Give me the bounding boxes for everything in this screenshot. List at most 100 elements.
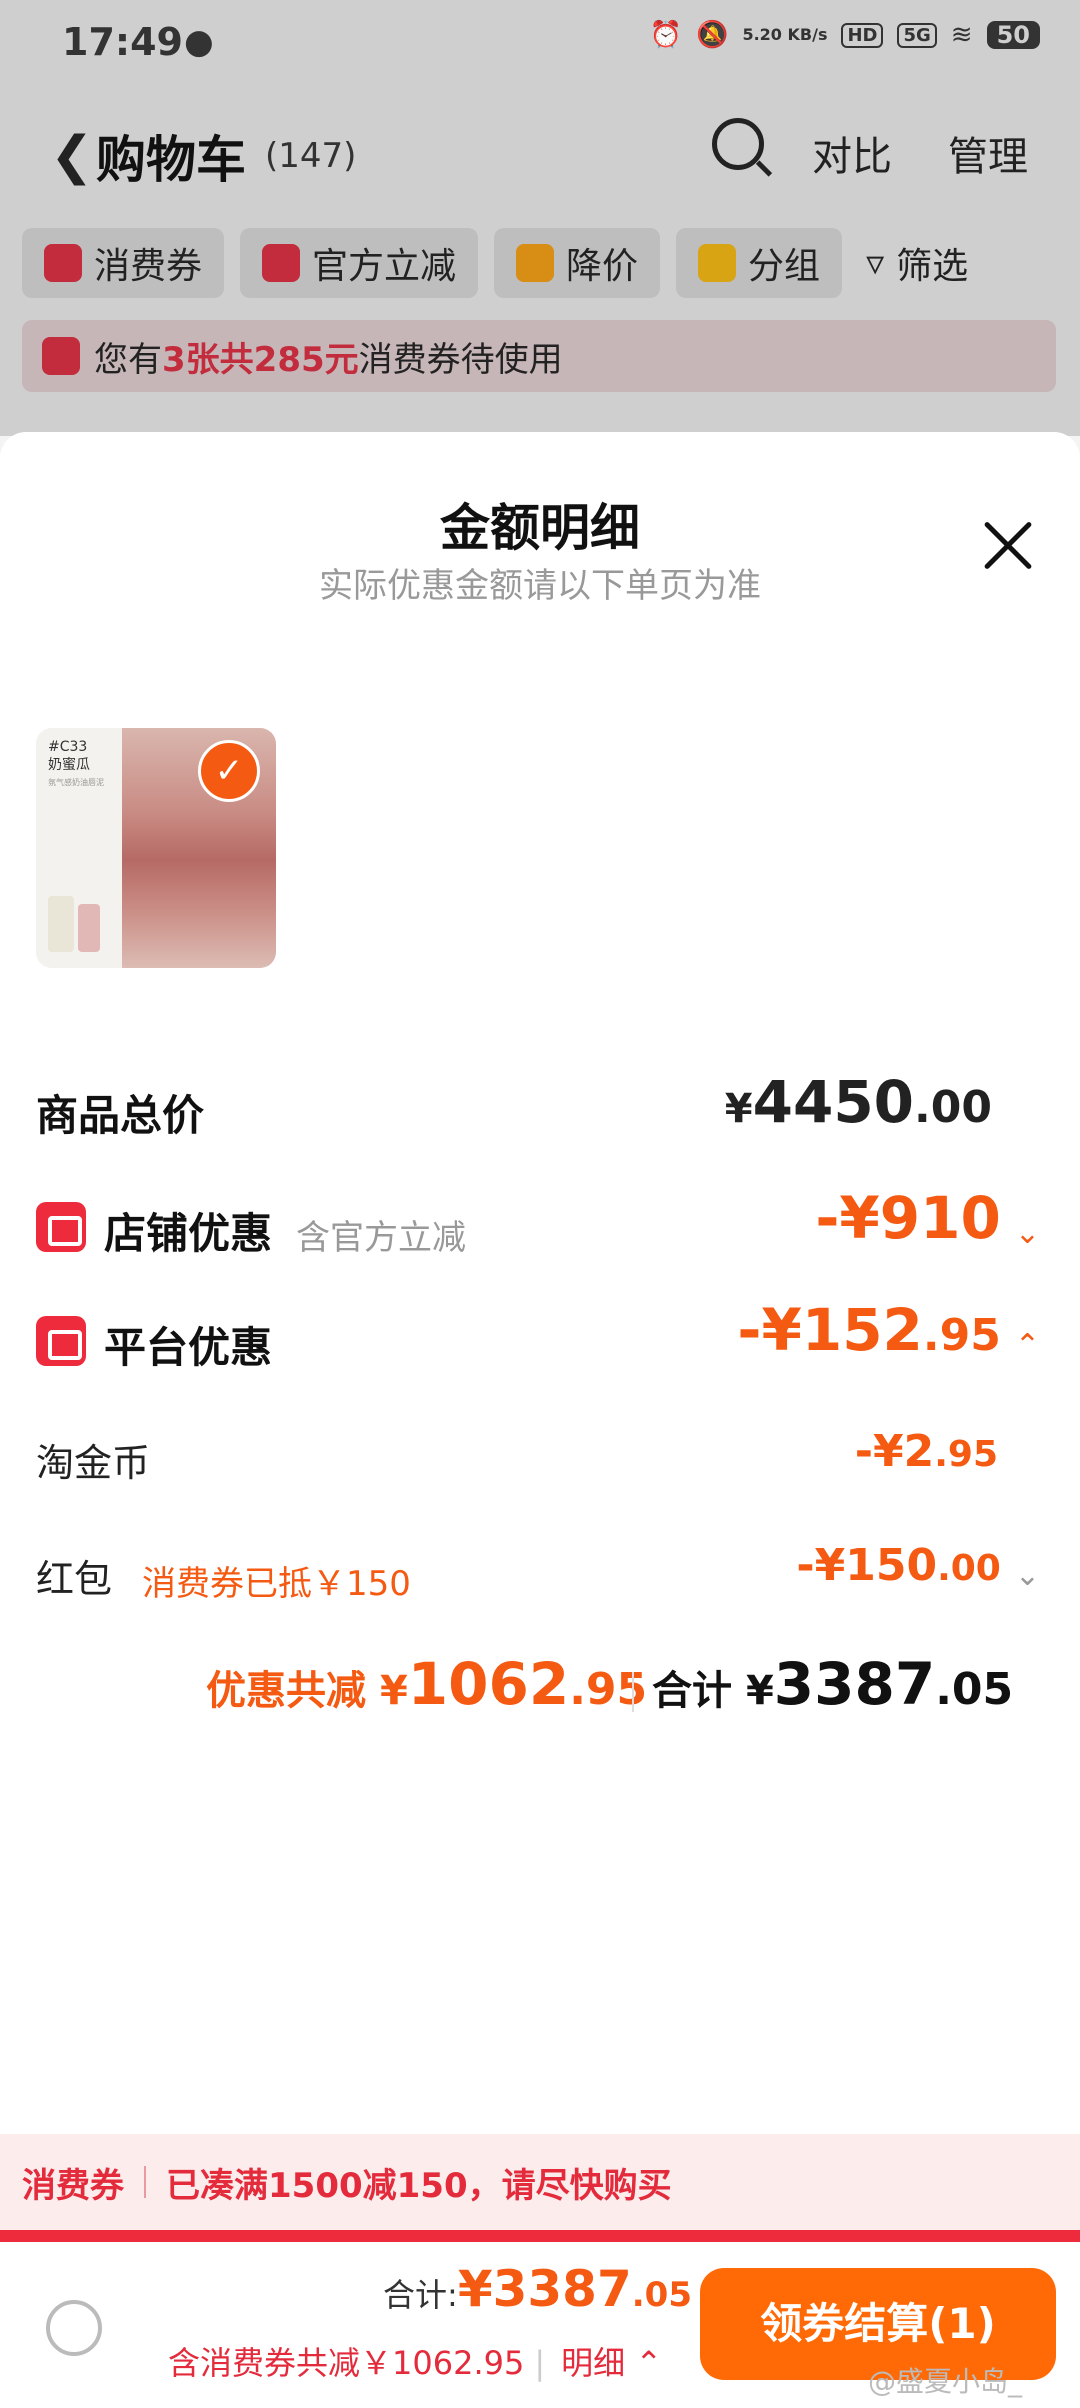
wechat-icon: ●	[184, 22, 214, 62]
total-summary: 合计 ¥3387.05	[652, 1650, 1013, 1718]
gold-coin-value: -¥2.95	[855, 1426, 998, 1477]
chevron-up-icon: ⌃	[1014, 1328, 1040, 1363]
shop-discount-note: 含官方立减	[296, 1218, 466, 1258]
shop-discount-value[interactable]: -¥910 ⌄	[815, 1184, 1040, 1252]
price-dec: .00	[914, 1082, 992, 1133]
chip-label: 筛选	[896, 246, 969, 287]
platform-discount-value[interactable]: -¥152.95 ⌃	[737, 1296, 1040, 1364]
red-packet-dec: .00	[937, 1548, 1001, 1589]
divider: |	[534, 2344, 546, 2382]
gold-coin-label: 淘金币	[36, 1441, 151, 1485]
footer-total-dec: .05	[631, 2275, 692, 2315]
alarm-icon: ⏰	[649, 20, 683, 50]
net-speed: 5.20 KB/s	[742, 25, 828, 44]
checkmark-icon[interactable]: ✓	[198, 740, 260, 802]
currency-symbol: ¥	[745, 1668, 774, 1714]
discount-int: 1062	[407, 1650, 570, 1718]
lightning-icon	[262, 244, 301, 282]
compare-button[interactable]: 对比	[812, 124, 892, 182]
product-name: 奶蜜瓜	[48, 757, 90, 773]
total-price-label: 商品总价	[36, 1091, 205, 1140]
search-icon[interactable]	[712, 118, 764, 170]
discount-summary: 优惠共减 ¥1062.95	[206, 1650, 647, 1718]
chevron-up-icon: ⌃	[625, 2344, 663, 2382]
footer-total-label: 合计:	[383, 2276, 458, 2314]
notice-suffix: 消费券待使用	[358, 339, 563, 380]
red-packet-int: -¥150	[796, 1540, 938, 1591]
chip-label: 消费券	[94, 246, 203, 287]
footer-discount-line[interactable]: 含消费券共减￥1062.95 | 明细 ⌃	[168, 2338, 662, 2384]
promo-tag: 消费券	[22, 2165, 124, 2206]
red-packet-note: 消费券已抵￥150	[142, 1564, 411, 1604]
chip-label: 官方立减	[312, 246, 457, 287]
chevron-down-icon: ⌄	[1014, 1558, 1040, 1593]
manage-button[interactable]: 管理	[948, 124, 1028, 182]
divider	[144, 2166, 146, 2198]
product-code: #C33	[48, 739, 88, 755]
filter-icon: ▿	[866, 242, 885, 284]
total-price-value: ¥4450.00	[725, 1068, 992, 1136]
hd-badge: HD	[841, 22, 884, 48]
mute-icon: 🔕	[696, 20, 729, 50]
total-label: 合计	[652, 1668, 732, 1714]
page-title: 购物车	[96, 131, 246, 189]
chip-group[interactable]: 分组	[676, 228, 843, 298]
notice-highlight: 3张共285元	[162, 339, 359, 380]
platform-discount-dec: .95	[922, 1310, 1001, 1361]
footer-total-int: ¥3387	[457, 2260, 632, 2318]
currency-symbol: ¥	[724, 1086, 753, 1132]
status-icons: ⏰ 🔕 5.20 KB/s HD 5G ≋ 50	[650, 20, 1040, 50]
back-icon[interactable]: ❮	[50, 126, 94, 186]
chip-official-discount[interactable]: 官方立减	[240, 228, 479, 298]
coupon-notice[interactable]: 您有 3张共285元 消费券待使用	[22, 320, 1056, 392]
close-icon[interactable]	[980, 518, 1036, 574]
divider	[632, 1672, 634, 1712]
select-all-radio[interactable]	[46, 2300, 102, 2356]
chip-label: 分组	[748, 246, 821, 287]
discount-dec: .95	[569, 1664, 648, 1715]
accent-line	[0, 2230, 1080, 2242]
filter-chips: 消费券 官方立减 降价 分组 ▿ 筛选	[22, 228, 976, 298]
total-int: 3387	[773, 1650, 936, 1718]
notice-prefix: 您有	[94, 339, 162, 380]
product-tube-image	[78, 904, 100, 952]
cart-header: ❮ 购物车 (147) 对比 管理 消费券 官方立减 降价 分组 ▿ 筛选 您有…	[0, 86, 1080, 436]
amount-detail-sheet: 金额明细 实际优惠金额请以下单页为准 #C33 奶蜜瓜 氛气感奶油唇泥 ✓ 商品…	[0, 432, 1080, 2408]
footer-discount-text: 含消费券共减￥1062.95	[168, 2344, 525, 2382]
platform-icon	[36, 1316, 86, 1366]
coupon-promo-bar[interactable]: 消费券 已凑满1500减150，请尽快购买	[0, 2134, 1080, 2230]
arrow-down-icon	[516, 244, 555, 282]
chip-label: 降价	[566, 246, 639, 287]
chevron-down-icon: ⌄	[1014, 1216, 1040, 1251]
status-time: 17:49	[62, 20, 183, 64]
detail-toggle[interactable]: 明细	[561, 2344, 625, 2382]
promo-text: 已凑满1500减150，请尽快购买	[166, 2165, 672, 2206]
platform-discount-label: 平台优惠	[104, 1323, 273, 1372]
status-bar: 17:49 ● ⏰ 🔕 5.20 KB/s HD 5G ≋ 50	[0, 0, 1080, 86]
battery-icon: 50	[986, 21, 1040, 49]
summary-line: 优惠共减 ¥1062.95 合计 ¥3387.05	[0, 1650, 1080, 1730]
footer-total: 合计:¥3387.05	[383, 2260, 692, 2318]
chip-filter[interactable]: ▿ 筛选	[858, 228, 976, 298]
chip-price-drop[interactable]: 降价	[494, 228, 661, 298]
discount-label: 优惠共减	[206, 1668, 366, 1714]
currency-symbol: ¥	[379, 1668, 408, 1714]
gold-coin-int: -¥2	[854, 1426, 935, 1477]
red-packet-value[interactable]: -¥150.00 ⌄	[796, 1540, 1040, 1593]
coupon-icon	[42, 337, 80, 375]
cart-count: (147)	[265, 136, 357, 176]
product-tube-image	[48, 896, 74, 952]
shop-discount-amount: -¥910	[815, 1184, 1001, 1252]
signal-icon: 5G	[897, 22, 937, 48]
watermark: @盛夏小岛_	[868, 2365, 1023, 2398]
sheet-title: 金额明细	[440, 499, 640, 557]
red-packet-label: 红包	[36, 1557, 113, 1601]
chip-coupon[interactable]: 消费券	[22, 228, 225, 298]
price-int: 4450	[752, 1068, 915, 1136]
gold-coin-dec: .95	[934, 1434, 998, 1475]
folder-icon	[698, 244, 737, 282]
platform-discount-int: -¥152	[737, 1296, 923, 1364]
shop-icon	[36, 1202, 86, 1252]
sheet-subtitle: 实际优惠金额请以下单页为准	[319, 566, 761, 606]
product-code-text: #C33 奶蜜瓜 氛气感奶油唇泥	[48, 738, 104, 792]
